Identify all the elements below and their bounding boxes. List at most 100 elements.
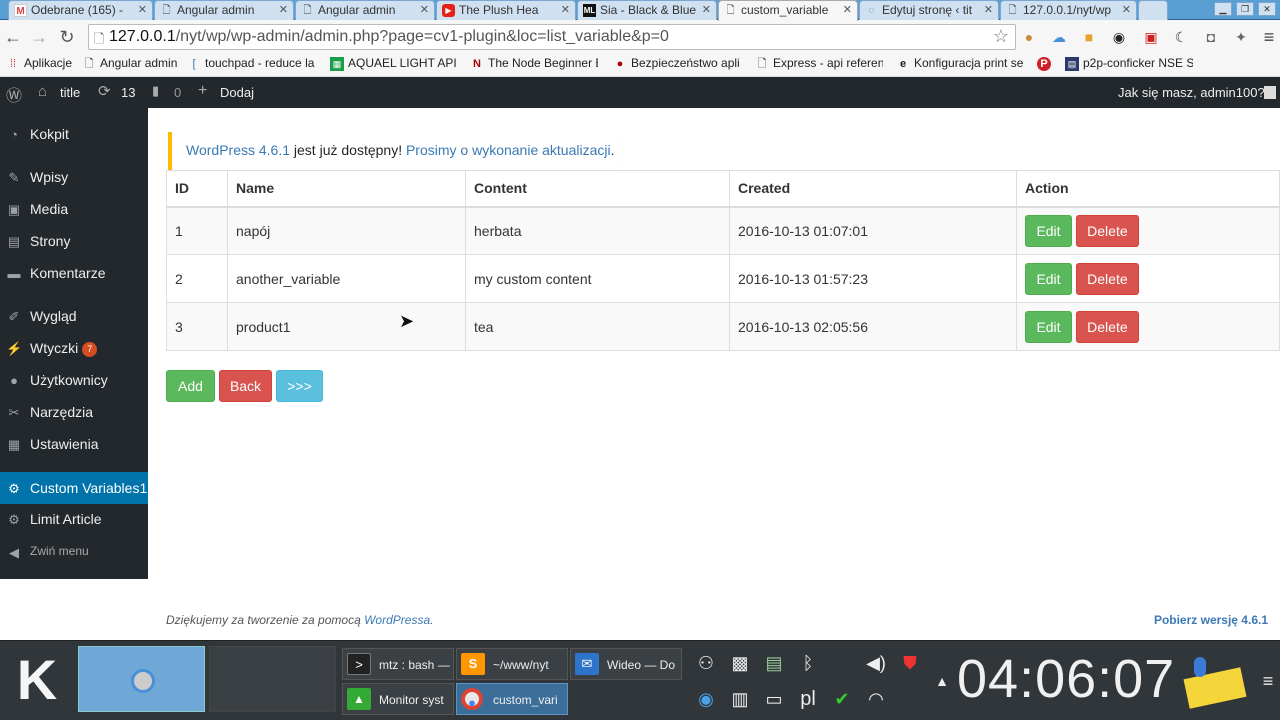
- battery-monitor-icon[interactable]: ▤: [762, 651, 786, 675]
- bookmark-item[interactable]: ▦ AQUAEL LIGHT API -: [330, 56, 458, 74]
- comments-icon[interactable]: ▮: [152, 83, 159, 99]
- clipboard-icon[interactable]: ▥: [728, 687, 752, 711]
- glasses-icon[interactable]: ◉: [1110, 28, 1128, 46]
- battery-icon[interactable]: ▭: [762, 687, 786, 711]
- sidebar-item-strony[interactable]: ▤ Strony: [0, 227, 148, 257]
- cookie-icon[interactable]: ●: [1020, 28, 1038, 46]
- plus-icon[interactable]: +: [198, 82, 207, 100]
- tray-expand-icon[interactable]: ▲: [930, 669, 954, 693]
- bluetooth-icon[interactable]: ᛒ: [796, 651, 820, 675]
- sidebar-item-narzedzia[interactable]: ✂ Narzędzia: [0, 398, 148, 428]
- bookmark-item[interactable]: N The Node Beginner B: [470, 56, 598, 74]
- avatar[interactable]: [1264, 86, 1276, 99]
- browser-tab[interactable]: ML Sia - Black & Blue ✕: [577, 0, 717, 20]
- add-button[interactable]: Add: [166, 370, 215, 402]
- bug-icon[interactable]: ✦: [1232, 28, 1250, 46]
- close-icon[interactable]: ✕: [561, 3, 570, 16]
- home-icon[interactable]: ⌂: [38, 83, 47, 100]
- extension-icon[interactable]: ■: [1080, 28, 1098, 46]
- sidebar-item-uzytkownicy[interactable]: ● Użytkownicy: [0, 366, 148, 396]
- user-switch-icon[interactable]: ⚇: [694, 651, 718, 675]
- task-sublime[interactable]: S ~/www/nyt: [456, 648, 568, 680]
- network-grid-icon[interactable]: ▩: [728, 651, 752, 675]
- menu-icon[interactable]: ≡: [1260, 28, 1278, 46]
- bookmark-star-icon[interactable]: ☆: [993, 26, 1009, 47]
- minimize-icon[interactable]: ▁: [1214, 2, 1232, 16]
- sidebar-item-custom-variables[interactable]: ⚙ Custom Variables1: [0, 472, 148, 504]
- close-icon[interactable]: ✕: [843, 3, 852, 16]
- browser-tab[interactable]: 🗋 Angular admin ✕: [154, 0, 294, 20]
- user-greeting[interactable]: Jak się masz, admin100?: [1118, 85, 1265, 100]
- task-terminal[interactable]: > mtz : bash —: [342, 648, 454, 680]
- bookmark-item[interactable]: 🗋 Express - api referen: [755, 56, 883, 74]
- edit-button[interactable]: Edit: [1025, 262, 1072, 295]
- bookmark-item[interactable]: 🗋 Angular admin: [82, 56, 178, 74]
- collapse-menu-button[interactable]: ◀ Zwiń menu: [0, 538, 148, 568]
- updates-icon[interactable]: ⟳: [98, 82, 111, 100]
- forward-icon[interactable]: →: [28, 26, 50, 48]
- close-icon[interactable]: ✕: [420, 3, 429, 16]
- add-new-link[interactable]: Dodaj: [220, 85, 254, 100]
- screen-icon[interactable]: ▣: [1142, 28, 1160, 46]
- task-chrome[interactable]: ● custom_vari: [456, 683, 568, 715]
- next-page-button[interactable]: >>>: [276, 370, 323, 402]
- task-system-monitor[interactable]: ▲ Monitor syst: [342, 683, 454, 715]
- close-icon[interactable]: ✕: [1122, 3, 1131, 16]
- sidebar-item-ustawienia[interactable]: ▦ Ustawienia: [0, 430, 148, 460]
- bookmark-item[interactable]: ▤ p2p-conficker NSE S: [1065, 56, 1193, 74]
- bookmark-item[interactable]: ● Bezpieczeństwo apli: [613, 56, 743, 74]
- close-window-icon[interactable]: ✕: [1258, 2, 1276, 16]
- close-icon[interactable]: ✕: [984, 3, 993, 16]
- wordpress-link[interactable]: WordPressa: [364, 613, 430, 627]
- edit-button[interactable]: Edit: [1025, 310, 1072, 343]
- kde-menu-icon[interactable]: K: [4, 647, 70, 713]
- bookmark-item[interactable]: ⁞⁞ Aplikacje: [6, 56, 76, 74]
- pager-desktop-2[interactable]: [209, 646, 336, 712]
- sidebar-item-wpisy[interactable]: ✎ Wpisy: [0, 163, 148, 193]
- comments-count[interactable]: 0: [174, 85, 181, 100]
- cloud-icon[interactable]: ☁: [1050, 28, 1068, 46]
- bookmark-item[interactable]: P: [1037, 56, 1057, 74]
- sidebar-item-komentarze[interactable]: ▬ Komentarze: [0, 259, 148, 289]
- close-icon[interactable]: ✕: [702, 3, 711, 16]
- pager-desktop-1[interactable]: [78, 646, 205, 712]
- bookmark-item[interactable]: [touchpad - reduce la: [187, 56, 317, 74]
- wifi-icon[interactable]: ◠: [864, 687, 888, 711]
- sidebar-item-kokpit[interactable]: ◔ Kokpit: [0, 120, 148, 150]
- site-title-link[interactable]: title: [60, 85, 80, 100]
- address-bar[interactable]: 🗋 127.0.0.1/nyt/wp/wp-admin/admin.php?pa…: [88, 24, 1016, 50]
- back-icon[interactable]: ←: [2, 26, 24, 48]
- updates-count[interactable]: 13: [121, 85, 135, 100]
- sticky-note-icon[interactable]: [1183, 655, 1252, 709]
- browser-tab[interactable]: ▶ The Plush Hea ✕: [436, 0, 576, 20]
- browser-tab[interactable]: ◌ Edytuj stronę ‹ tit ✕: [859, 0, 999, 20]
- bookmark-item[interactable]: e Konfiguracja print se: [896, 56, 1024, 74]
- sync-icon[interactable]: ◉: [694, 687, 718, 711]
- panel-menu-icon[interactable]: ≡: [1256, 669, 1280, 693]
- browser-tab[interactable]: 🗋 127.0.0.1/nyt/wp ✕: [1000, 0, 1137, 20]
- update-check-icon[interactable]: ✔: [830, 687, 854, 711]
- keyboard-layout-indicator[interactable]: pl: [796, 687, 820, 711]
- close-icon[interactable]: ✕: [138, 3, 147, 16]
- browser-tab[interactable]: 🗋 Angular admin ✕: [295, 0, 435, 20]
- task-mail[interactable]: ✉ Wideo — Do: [570, 648, 682, 680]
- delete-button[interactable]: Delete: [1075, 310, 1139, 343]
- wordpress-logo-icon[interactable]: Ⓦ: [6, 82, 22, 106]
- reload-icon[interactable]: ↻: [56, 26, 78, 48]
- new-tab-button[interactable]: [1138, 0, 1168, 20]
- update-link[interactable]: Prosimy o wykonanie aktualizacji: [406, 142, 611, 158]
- moon-icon[interactable]: ☾: [1172, 28, 1190, 46]
- shield-alert-icon[interactable]: ⛊: [898, 651, 922, 675]
- sidebar-item-wyglad[interactable]: ✐ Wygląd: [0, 302, 148, 332]
- edit-button[interactable]: Edit: [1025, 214, 1072, 247]
- browser-tab-active[interactable]: 🗋 custom_variable ✕: [718, 0, 858, 21]
- maximize-icon[interactable]: ❐: [1236, 2, 1254, 16]
- delete-button[interactable]: Delete: [1075, 262, 1139, 295]
- volume-icon[interactable]: ◀): [864, 651, 888, 675]
- digital-clock[interactable]: 04:06:07: [957, 648, 1175, 710]
- wordpress-version-link[interactable]: WordPress 4.6.1: [186, 142, 290, 158]
- close-icon[interactable]: ✕: [279, 3, 288, 16]
- sidebar-item-limit-article[interactable]: ⚙ Limit Article: [0, 505, 148, 535]
- browser-tab[interactable]: M Odebrane (165) - ✕: [8, 0, 153, 20]
- delete-button[interactable]: Delete: [1075, 214, 1139, 247]
